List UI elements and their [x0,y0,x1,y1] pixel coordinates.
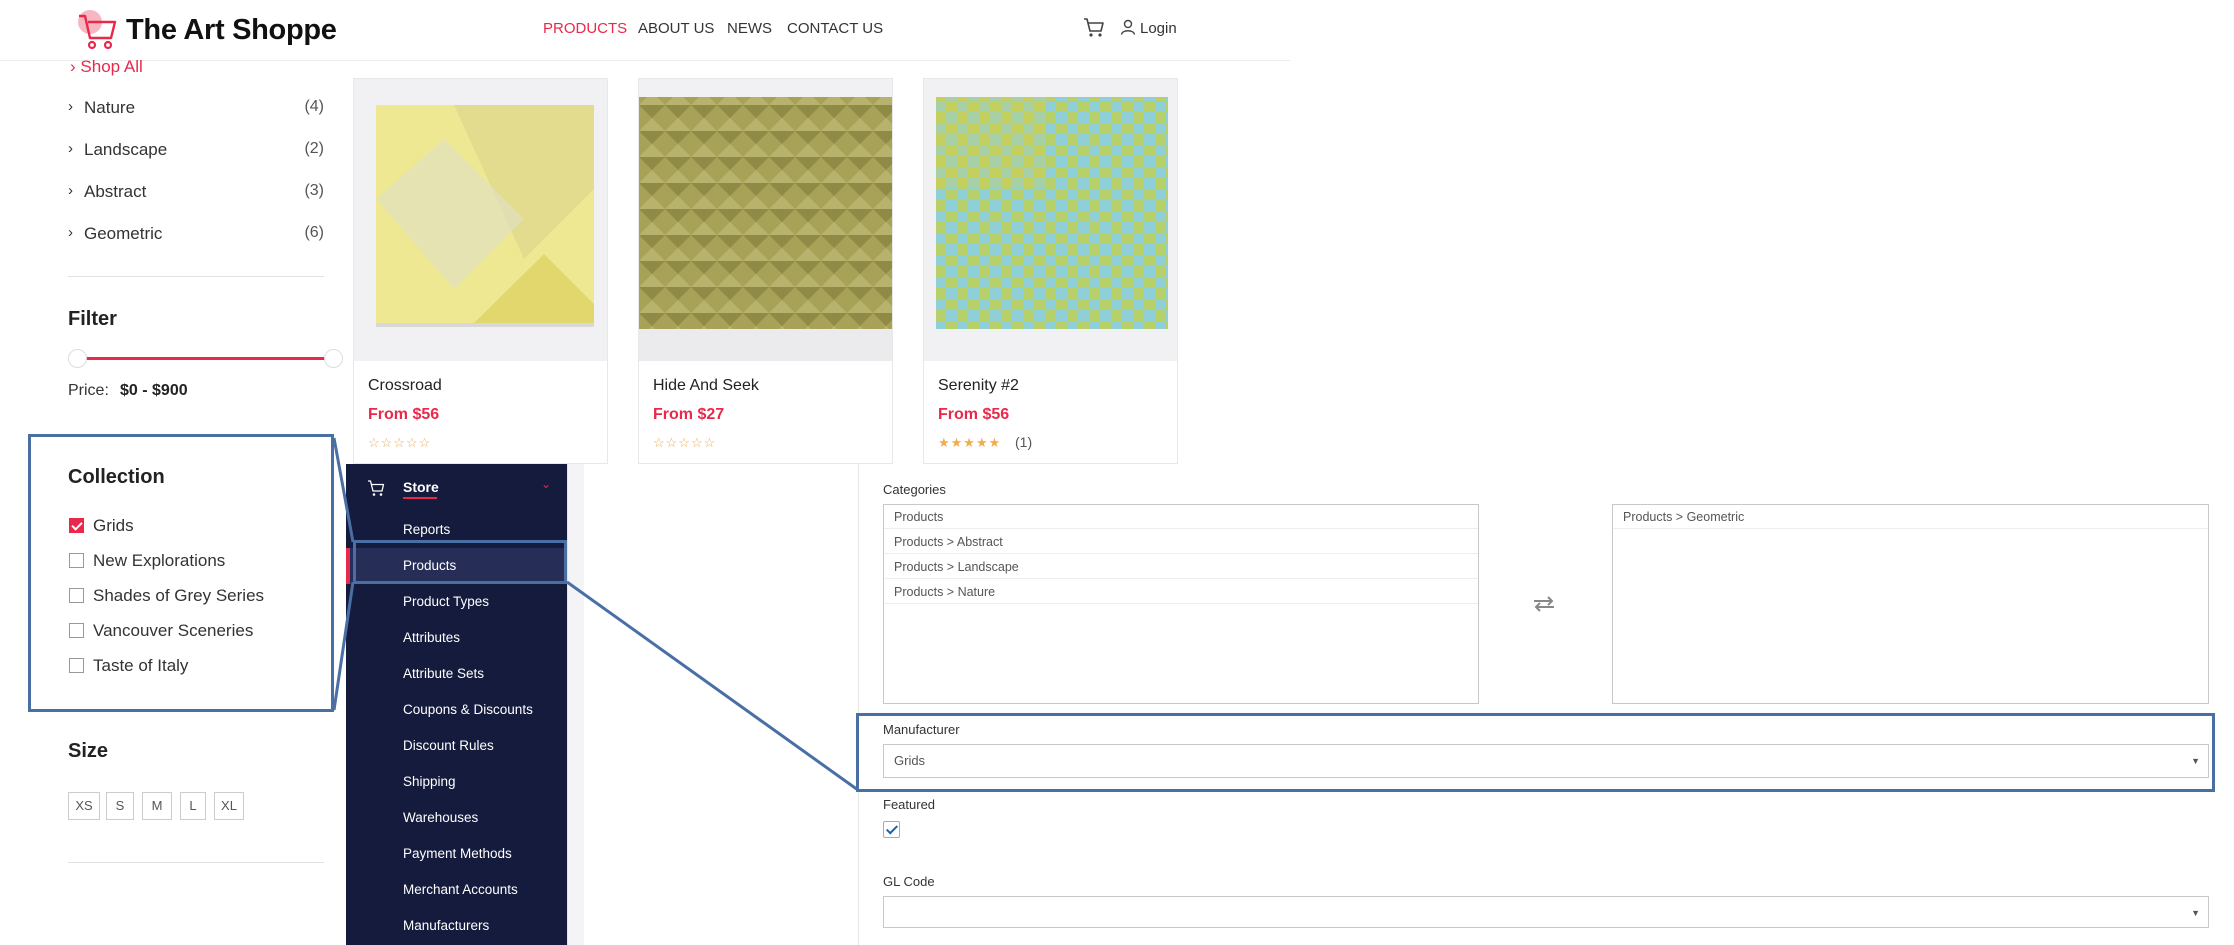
store-logo-text[interactable]: The Art Shoppe [126,14,337,47]
price-slider-track[interactable] [76,357,332,360]
shopping-cart-logo-icon [78,10,117,50]
admin-menu-active-indicator [346,548,350,584]
available-categories-list[interactable]: Products Products > Abstract Products > … [883,504,1479,704]
category-option[interactable]: Products > Geometric [1613,505,2208,529]
admin-menu-attribute-sets[interactable]: Attribute Sets [403,666,484,681]
product-name[interactable]: Crossroad [368,377,442,395]
category-abstract[interactable]: › Abstract (3) [68,182,324,206]
category-option[interactable]: Products [884,505,1478,529]
admin-menu-discount-rules[interactable]: Discount Rules [403,738,494,753]
gl-code-select[interactable]: ▼ [883,896,2209,928]
user-icon[interactable] [1120,19,1136,35]
category-option[interactable]: Products > Abstract [884,530,1478,554]
featured-label: Featured [883,797,936,812]
highlight-manufacturer-field [856,713,2215,792]
admin-menu-coupons-discounts[interactable]: Coupons & Discounts [403,702,533,717]
admin-menu-reports[interactable]: Reports [403,522,450,537]
review-count: (1) [1015,434,1033,450]
product-price: From $27 [653,406,725,423]
admin-menu-manufacturers[interactable]: Manufacturers [403,918,489,933]
category-option[interactable]: Products > Nature [884,580,1478,604]
rating-stars-icon: ☆☆☆☆☆ [368,435,432,450]
chevron-right-icon: › [68,182,73,199]
nav-about-us[interactable]: ABOUT US [638,20,714,37]
category-label: Nature [84,98,136,117]
categories-label: Categories [883,482,946,497]
product-image[interactable] [639,79,892,361]
admin-gutter [567,464,584,945]
dropdown-arrow-icon: ▼ [2191,908,2200,918]
shop-all-label: Shop All [80,57,143,76]
rating-stars-icon: ★★★★★ [938,435,1002,450]
category-label: Geometric [84,224,163,243]
product-price: From $56 [938,406,1010,423]
category-landscape[interactable]: › Landscape (2) [68,140,324,164]
chevron-right-icon: › [68,140,73,157]
chevron-right-icon: › [68,98,73,115]
nav-products[interactable]: PRODUCTS [543,20,627,37]
admin-menu-warehouses[interactable]: Warehouses [403,810,478,825]
admin-menu-merchant-accounts[interactable]: Merchant Accounts [403,882,518,897]
product-image[interactable] [924,79,1177,361]
cart-icon[interactable] [1083,16,1105,38]
category-count: (6) [304,224,324,241]
highlight-collection-box [28,434,334,712]
category-nature[interactable]: › Nature (4) [68,98,324,122]
rating-stars-icon: ☆☆☆☆☆ [653,435,717,450]
product-name[interactable]: Serenity #2 [938,377,1019,395]
category-count: (3) [304,182,324,199]
price-slider-min-handle[interactable] [68,349,87,368]
featured-checkbox[interactable] [883,821,900,838]
login-link[interactable]: Login [1140,20,1177,37]
admin-menu-shipping[interactable]: Shipping [403,774,456,789]
product-card-hide-and-seek[interactable]: Hide And Seek From $27 ☆☆☆☆☆ [638,78,893,464]
size-s[interactable]: S [106,792,134,820]
price-range-value: $0 - $900 [120,382,188,399]
product-image[interactable] [354,79,607,361]
product-name[interactable]: Hide And Seek [653,377,759,395]
size-xl[interactable]: XL [214,792,244,820]
divider [68,862,324,863]
category-geometric[interactable]: › Geometric (6) [68,224,324,248]
chevron-down-icon[interactable]: ⌄ [541,477,551,491]
product-card-crossroad[interactable]: Crossroad From $56 ☆☆☆☆☆ [353,78,608,464]
size-m[interactable]: M [142,792,172,820]
gl-code-label: GL Code [883,874,935,889]
price-label: Price: [68,382,109,399]
size-l[interactable]: L [180,792,206,820]
store-cart-icon [368,480,385,496]
admin-menu-payment-methods[interactable]: Payment Methods [403,846,512,861]
category-count: (2) [304,140,324,157]
nav-contact-us[interactable]: CONTACT US [787,20,883,37]
category-option[interactable]: Products > Landscape [884,555,1478,579]
admin-menu-attributes[interactable]: Attributes [403,630,460,645]
selected-categories-list[interactable]: Products > Geometric [1612,504,2209,704]
size-xs[interactable]: XS [68,792,100,820]
admin-menu-store[interactable]: Store [403,479,439,495]
size-heading: Size [68,740,109,762]
nav-news[interactable]: NEWS [727,20,772,37]
admin-menu-product-types[interactable]: Product Types [403,594,489,609]
chevron-right-icon: › [70,57,76,76]
shop-all-link[interactable]: › Shop All [70,57,143,77]
filter-heading: Filter [68,308,117,330]
store-underline [403,497,437,499]
product-card-serenity-2[interactable]: Serenity #2 From $56 ★★★★★ (1) [923,78,1178,464]
product-price: From $56 [368,406,440,423]
chevron-right-icon: › [68,224,73,241]
divider [68,276,324,277]
category-label: Abstract [84,182,147,201]
highlight-products-menu [353,540,567,584]
transfer-arrows-icon[interactable] [1532,596,1556,612]
category-count: (4) [304,98,324,115]
price-slider-max-handle[interactable] [324,349,343,368]
category-label: Landscape [84,140,168,159]
